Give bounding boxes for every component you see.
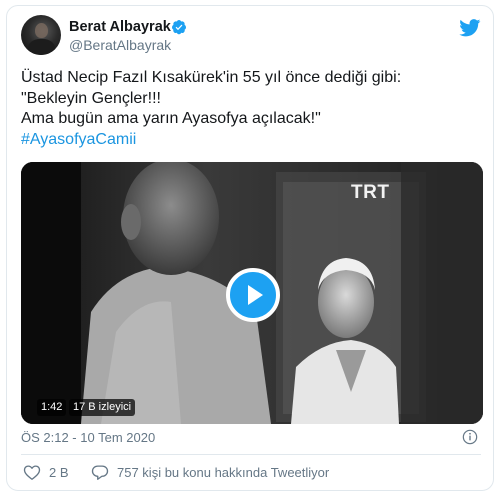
divider	[21, 454, 481, 455]
video-duration: 1:42	[37, 399, 67, 416]
speech-bubble-icon[interactable]	[91, 464, 109, 481]
heart-icon[interactable]	[23, 464, 41, 481]
video-player[interactable]: TRT 1:42 17 B izleyici	[21, 162, 483, 424]
tweet-line: Üstad Necip Fazıl Kısakürek'in 55 yıl ön…	[21, 69, 402, 86]
info-icon[interactable]	[462, 429, 478, 445]
tweet-line: "Bekleyin Gençler!!!	[21, 89, 161, 107]
trt-channel-logo: TRT	[351, 182, 390, 203]
author-display-name[interactable]: Berat Albayrak	[69, 19, 171, 35]
tweet-card[interactable]: Berat Albayrak @BeratAlbayrak Üstad Neci…	[6, 5, 494, 491]
hashtag-link[interactable]: #AyasofyaCamii	[21, 130, 481, 151]
video-view-count: 17 B izleyici	[69, 399, 136, 416]
tweet-text: Üstad Necip Fazıl Kısakürek'in 55 yıl ön…	[21, 68, 481, 150]
author-handle[interactable]: @BeratAlbayrak	[69, 37, 171, 53]
verified-badge-icon	[172, 20, 186, 35]
conversation-link[interactable]: 757 kişi bu konu hakkında Tweetliyor	[117, 465, 329, 480]
twitter-bird-icon[interactable]	[459, 19, 481, 37]
play-button[interactable]	[226, 268, 280, 322]
play-icon	[248, 285, 263, 305]
like-count[interactable]: 2 B	[49, 465, 69, 480]
tweet-timestamp[interactable]: ÖS 2:12 - 10 Tem 2020	[21, 430, 155, 445]
tweet-line: Ama bugün ama yarın Ayasofya açılacak!"	[21, 110, 321, 127]
author-avatar[interactable]	[21, 15, 61, 55]
